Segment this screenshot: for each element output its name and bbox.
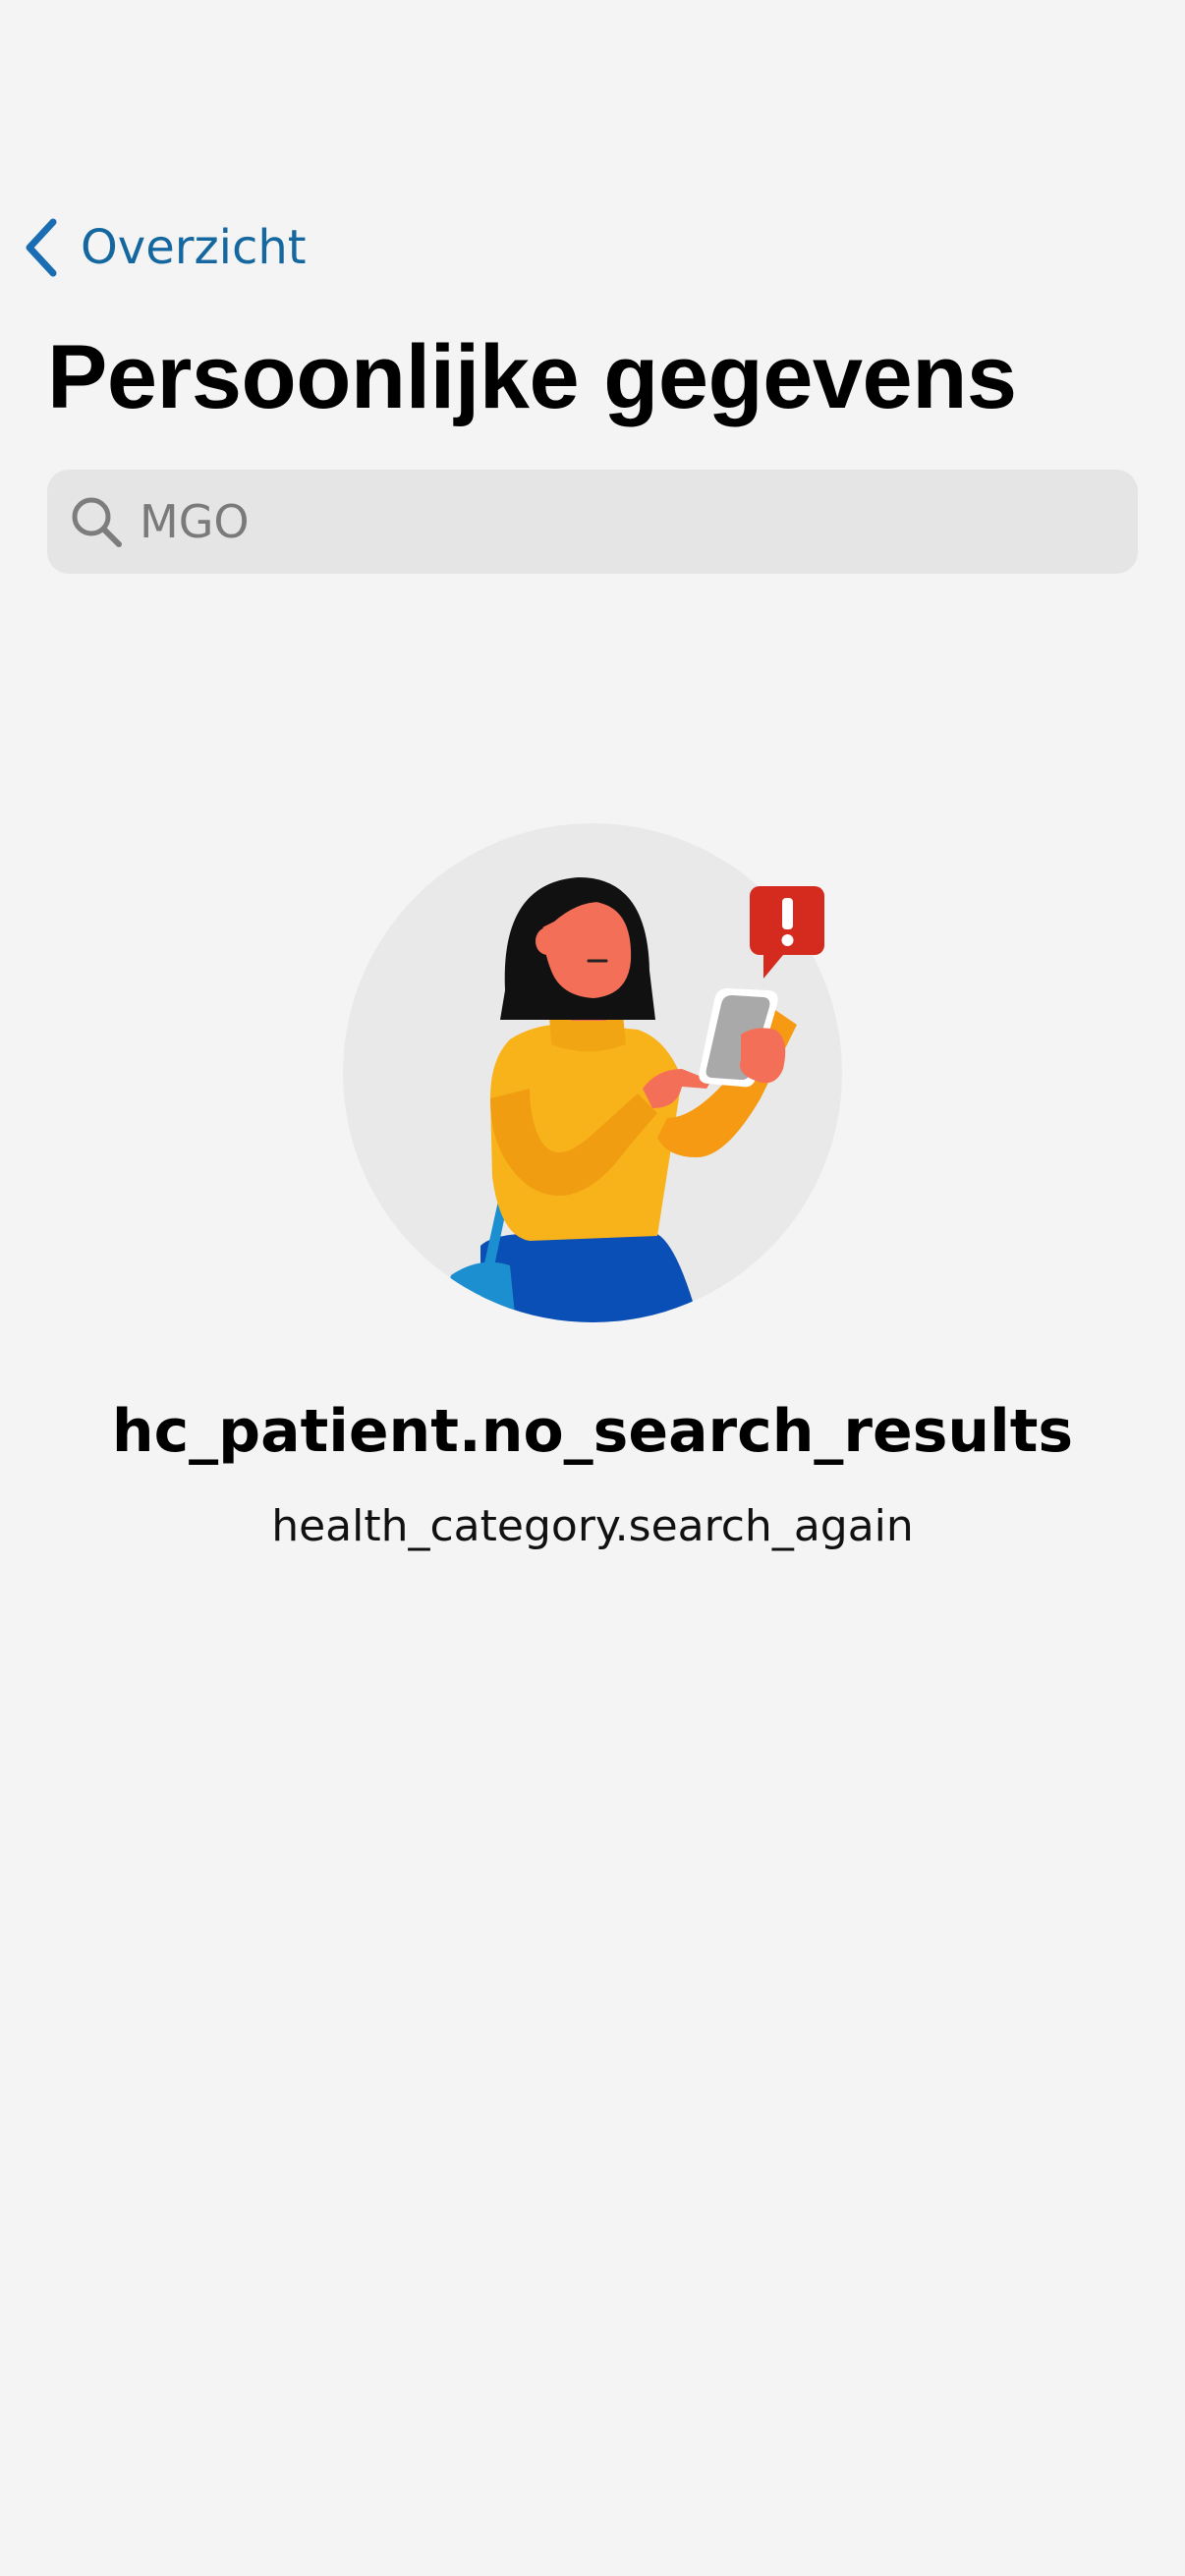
back-button-label: Overzicht <box>81 220 307 275</box>
no-results-title: hc_patient.no_search_results <box>111 1397 1074 1466</box>
back-button[interactable]: Overzicht <box>20 208 307 287</box>
no-results-subtitle: health_category.search_again <box>271 1501 914 1551</box>
page-title: Persoonlijke gegevens <box>47 327 1017 427</box>
chevron-left-icon <box>20 216 63 279</box>
search-input[interactable] <box>140 495 1102 548</box>
search-icon <box>69 494 124 549</box>
empty-state-illustration <box>343 823 842 1324</box>
search-bar[interactable] <box>47 470 1138 574</box>
